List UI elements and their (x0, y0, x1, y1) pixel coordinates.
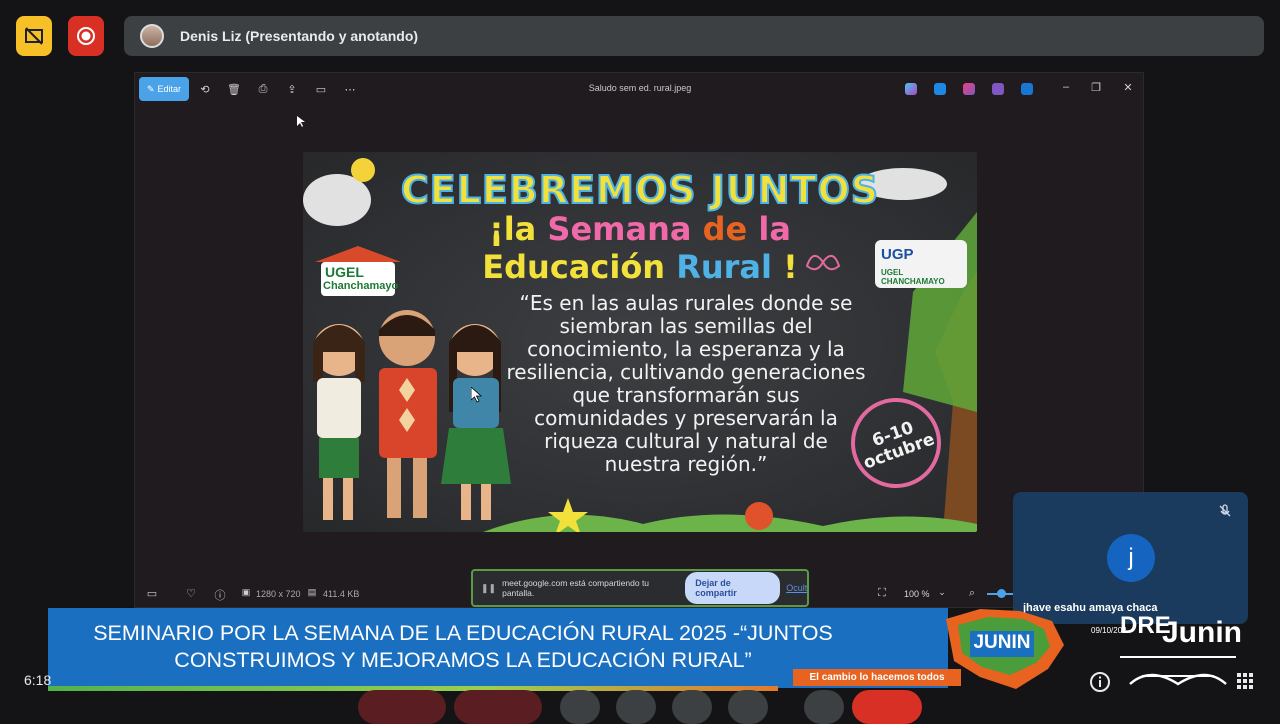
edit-button-label: Editar (157, 84, 182, 94)
hide-self-view-button[interactable] (16, 16, 52, 56)
record-icon (77, 27, 95, 45)
close-icon[interactable]: ✕ (1120, 81, 1136, 97)
recording-button[interactable] (68, 16, 104, 56)
ugel-logo-text-2: Chanchamayo (323, 280, 399, 292)
ugel-chanchamayo-logo: UGEL Chanchamayo (311, 244, 405, 300)
edit-button[interactable]: ✎ Editar (139, 77, 189, 101)
zoom-out-icon[interactable]: ⌕ (965, 587, 979, 601)
event-banner-line-1: SEMINARIO POR LA SEMANA DE LA EDUCACIÓN … (93, 621, 833, 645)
screen-share-notice: ❚❚ meet.google.com está compartiendo tu … (471, 569, 809, 607)
poster-subtitle-1-c: de (702, 210, 759, 248)
rotate-icon[interactable]: ⟲ (197, 81, 213, 97)
poster-image: CELEBREMOS JUNTOS ¡la Semana de la Educa… (303, 152, 977, 532)
maximize-icon[interactable]: ❐ (1088, 81, 1104, 97)
file-size: 411.4 KB (323, 589, 360, 599)
print-icon[interactable]: ⎙ (255, 81, 271, 97)
captions-button[interactable] (560, 690, 600, 724)
designer-icon[interactable] (992, 83, 1004, 95)
mic-button[interactable] (358, 690, 446, 724)
region-logo-text: JUNIN (973, 632, 1031, 653)
copilot-icon[interactable] (905, 83, 917, 95)
presenter-name: Denis Liz (Presentando y anotando) (180, 28, 419, 44)
raise-hand-button[interactable] (728, 690, 768, 724)
participant-avatar: j (1107, 534, 1155, 582)
poster-subtitle-1-d: la (758, 210, 791, 248)
info-icon[interactable] (1088, 670, 1112, 694)
ugel-logo-text-1: UGEL (325, 264, 364, 280)
poster-subtitle-2-b: Rural (676, 248, 772, 286)
edit-icon: ✎ (146, 83, 155, 94)
meeting-top-bar: Denis Liz (Presentando y anotando) (0, 0, 1280, 72)
slideshow-icon[interactable]: ▭ (313, 81, 329, 97)
info-file-icon[interactable]: ⓘ (213, 587, 227, 602)
hide-notice-link[interactable]: Ocultar (786, 583, 807, 593)
microphone-off-icon (1218, 504, 1234, 520)
children-illustration (313, 310, 511, 520)
poster-subtitle-1-a: ¡la (489, 210, 548, 248)
dre-junin-logo: DRE Junin (1116, 612, 1242, 690)
dre-logo-rule (1120, 656, 1236, 658)
zoom-level[interactable]: 100 % (904, 589, 930, 599)
ugp-logo: UGP UGEL CHANCHAMAYO (875, 240, 967, 288)
ugp-logo-text-2: UGEL CHANCHAMAYO (881, 268, 945, 286)
poster-title: CELEBREMOS JUNTOS (400, 167, 880, 213)
event-banner-text: SEMINARIO POR LA SEMANA DE LA EDUCACIÓN … (48, 620, 878, 674)
mouse-cursor (297, 115, 305, 133)
file-size-icon: ▤ (307, 587, 317, 597)
pause-icon: ❚❚ (481, 582, 497, 593)
chevron-down-icon[interactable]: ⌄ (935, 587, 949, 601)
present-button[interactable] (672, 690, 712, 724)
reactions-button[interactable] (616, 690, 656, 724)
minimize-icon[interactable]: – (1058, 81, 1074, 97)
mouse-cursor-poster (470, 386, 483, 408)
fit-screen-icon[interactable]: ⛶ (875, 587, 889, 601)
poster-subtitle-1-b: Semana (547, 210, 703, 248)
presenter-avatar (140, 24, 164, 48)
file-title: Saludo sem ed. rural.jpeg (588, 83, 692, 93)
image-dimensions: 1280 x 720 (256, 589, 301, 599)
more-options-button[interactable] (804, 690, 844, 724)
more-icon[interactable]: ⋯ (342, 81, 358, 97)
apps-grid-icon[interactable] (1236, 672, 1254, 690)
hide-self-icon (25, 27, 43, 45)
stop-sharing-button[interactable]: Dejar de compartir (685, 572, 781, 604)
favorite-icon[interactable]: ♡ (184, 587, 198, 601)
poster-subtitle-2-a: Educación (482, 248, 677, 286)
gobierno-regional-junin-logo: JUNIN (940, 605, 1068, 691)
clipchamp-icon[interactable] (963, 83, 975, 95)
onedrive-icon[interactable] (1021, 83, 1033, 95)
share-notice-text: meet.google.com está compartiendo tu pan… (502, 578, 650, 598)
poster-subtitle-2-c: ! (771, 248, 798, 286)
dimensions-icon: ▣ (241, 587, 251, 597)
shared-screen-photo-viewer: ✎ Editar ⟲ 🗑 ⎙ ⇪ ▭ ⋯ Saludo sem ed. rura… (134, 72, 1144, 608)
photos-app-icon[interactable] (934, 83, 946, 95)
filmstrip-icon[interactable]: ▭ (145, 587, 159, 601)
date-badge-text: 6-10 octubre (855, 413, 937, 474)
zoom-slider-thumb[interactable] (997, 589, 1006, 598)
event-banner-line-2: CONSTRUIMOS Y MEJORAMOS LA EDUCACIÓN RUR… (174, 648, 752, 672)
meeting-clock: 6:18 (24, 672, 52, 688)
leave-call-button[interactable] (852, 690, 922, 724)
poster-quote: “Es en las aulas rurales donde se siembr… (506, 291, 866, 476)
camera-button[interactable] (454, 690, 542, 724)
presenter-indicator[interactable]: Denis Liz (Presentando y anotando) (124, 16, 1264, 56)
viewer-toolbar: ✎ Editar ⟲ 🗑 ⎙ ⇪ ▭ ⋯ Saludo sem ed. rura… (135, 73, 1145, 105)
slogan-tag: El cambio lo hacemos todos (793, 669, 961, 686)
share-icon[interactable]: ⇪ (284, 81, 300, 97)
ugp-logo-text-1: UGP (881, 246, 914, 263)
dre-logo-emblem (1129, 673, 1227, 686)
delete-icon[interactable]: 🗑 (226, 81, 242, 97)
dre-logo-text-2: Junin (1162, 616, 1242, 649)
